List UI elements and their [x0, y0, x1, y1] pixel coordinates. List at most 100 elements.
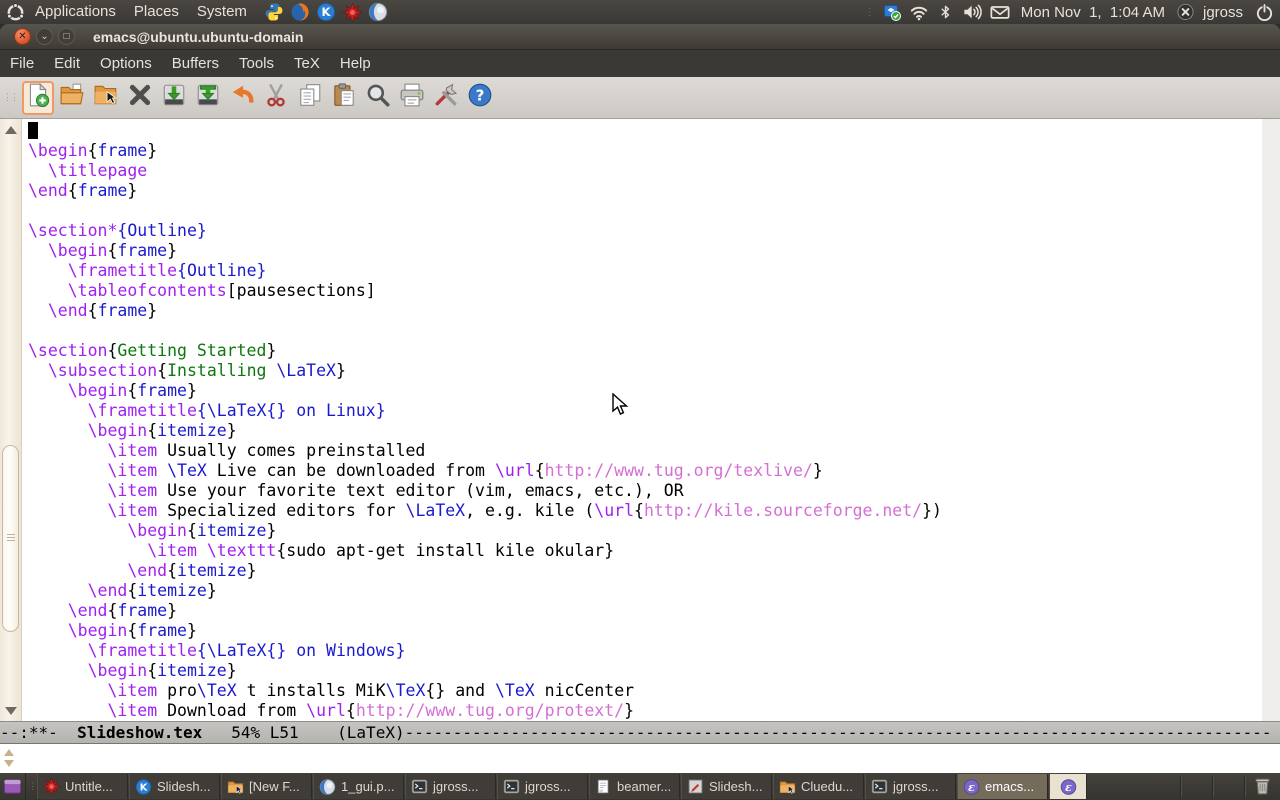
- code-line[interactable]: \item Download from \url{http://www.tug.…: [28, 701, 942, 721]
- ubuntu-logo-icon[interactable]: [4, 2, 26, 22]
- code-line[interactable]: \section*{Outline}: [28, 221, 942, 241]
- menu-edit[interactable]: Edit: [44, 50, 90, 78]
- modeline-major-mode[interactable]: (LaTeX): [337, 723, 404, 742]
- new-file-button[interactable]: [22, 81, 54, 115]
- taskbar-window-button[interactable]: jgross...: [497, 774, 588, 799]
- echo-area[interactable]: [0, 744, 1280, 773]
- search-button[interactable]: [362, 81, 394, 115]
- open-file-button[interactable]: [56, 81, 88, 115]
- code-line[interactable]: \end{frame}: [28, 601, 942, 621]
- preferences-button[interactable]: [430, 81, 462, 115]
- code-line[interactable]: \begin{itemize}: [28, 661, 942, 681]
- code-line[interactable]: \item \texttt{sudo apt-get install kile …: [28, 541, 942, 561]
- menu-tex[interactable]: TeX: [284, 50, 330, 78]
- toolbar-handle[interactable]: ⋮⋮: [3, 92, 17, 103]
- code-line[interactable]: \begin{itemize}: [28, 421, 942, 441]
- code-line[interactable]: [28, 321, 942, 341]
- close-button[interactable]: ✕: [14, 28, 31, 45]
- window-titlebar[interactable]: ✕ ⌄ □ emacs@ubuntu.ubuntu-domain: [0, 24, 1280, 49]
- code-line[interactable]: \item Specialized editors for \LaTeX, e.…: [28, 501, 942, 521]
- power-icon[interactable]: [1254, 2, 1274, 22]
- code-line[interactable]: \frametitle{\LaTeX{} on Linux}: [28, 401, 942, 421]
- username[interactable]: jgross: [1203, 4, 1243, 21]
- starburst-launcher-icon[interactable]: [342, 2, 363, 23]
- taskbar-window-button[interactable]: jgross...: [865, 774, 956, 799]
- wifi-icon[interactable]: [909, 2, 929, 22]
- maximize-button[interactable]: □: [58, 28, 75, 45]
- bluetooth-icon[interactable]: [936, 2, 956, 22]
- code-line[interactable]: \frametitle{Outline}: [28, 261, 942, 281]
- show-desktop-icon[interactable]: [0, 773, 26, 800]
- minibuffer-scroll-up-arrow[interactable]: [4, 749, 14, 756]
- code-line[interactable]: \tableofcontents[pausesections]: [28, 281, 942, 301]
- code-line[interactable]: \end{frame}: [28, 181, 942, 201]
- menu-system[interactable]: System: [188, 0, 256, 24]
- menu-applications[interactable]: Applications: [26, 0, 125, 24]
- taskbar-window-button[interactable]: 1_gui.p...: [313, 774, 404, 799]
- copy-button[interactable]: [294, 81, 326, 115]
- user-presence-icon[interactable]: [1176, 2, 1196, 22]
- firefox-launcher-icon[interactable]: [290, 2, 311, 23]
- menu-file[interactable]: File: [0, 50, 44, 78]
- applet-handle[interactable]: ⋮: [865, 7, 873, 18]
- code-line[interactable]: \titlepage: [28, 161, 942, 181]
- code-line[interactable]: \begin{frame}: [28, 621, 942, 641]
- code-line[interactable]: \begin{frame}: [28, 381, 942, 401]
- menu-options[interactable]: Options: [90, 50, 162, 78]
- code-line[interactable]: \frametitle{\LaTeX{} on Windows}: [28, 641, 942, 661]
- code-line[interactable]: \item pro\TeX t installs MiK\TeX{} and \…: [28, 681, 942, 701]
- mail-icon[interactable]: [990, 2, 1010, 22]
- taskbar-window-button[interactable]: Cluedu...: [773, 774, 864, 799]
- code-line[interactable]: \end{itemize}: [28, 581, 942, 601]
- save-button[interactable]: [158, 81, 190, 115]
- vertical-scrollbar[interactable]: [0, 119, 22, 721]
- taskbar-window-button[interactable]: KSlidesh...: [129, 774, 220, 799]
- globe-launcher-icon[interactable]: [368, 2, 389, 23]
- code-line[interactable]: [28, 121, 942, 141]
- code-line[interactable]: \begin{frame}: [28, 241, 942, 261]
- dropbox-icon[interactable]: [882, 2, 902, 22]
- open-directory-button[interactable]: [90, 81, 122, 115]
- taskbar-window-button[interactable]: εemacs...: [957, 774, 1048, 799]
- menu-help[interactable]: Help: [330, 50, 381, 78]
- taskbar-window-button[interactable]: Slidesh...: [681, 774, 772, 799]
- code-area[interactable]: \begin{frame} \titlepage\end{frame}\sect…: [28, 121, 942, 721]
- taskbar-window-button[interactable]: ε: [1049, 774, 1087, 799]
- paste-button[interactable]: [328, 81, 360, 115]
- code-line[interactable]: \subsection{Installing \LaTeX}: [28, 361, 942, 381]
- code-line[interactable]: \end{frame}: [28, 301, 942, 321]
- code-line[interactable]: \item Usually comes preinstalled: [28, 441, 942, 461]
- close-buffer-button[interactable]: [124, 81, 156, 115]
- code-line[interactable]: [28, 201, 942, 221]
- scroll-down-arrow[interactable]: [5, 707, 17, 715]
- taskbar-window-button[interactable]: jgross...: [405, 774, 496, 799]
- menu-tools[interactable]: Tools: [229, 50, 284, 78]
- minimize-button[interactable]: ⌄: [36, 28, 53, 45]
- kde-launcher-icon[interactable]: K: [316, 2, 337, 23]
- save-as-button[interactable]: [192, 81, 224, 115]
- code-line[interactable]: \begin{frame}: [28, 141, 942, 161]
- taskbar-window-button[interactable]: [New F...: [221, 774, 312, 799]
- code-line[interactable]: \item Use your favorite text editor (vim…: [28, 481, 942, 501]
- volume-icon[interactable]: [963, 2, 983, 22]
- minibuffer-scroll-down-arrow[interactable]: [4, 760, 14, 767]
- code-line[interactable]: \section{Getting Started}: [28, 341, 942, 361]
- editor-buffer[interactable]: \begin{frame} \titlepage\end{frame}\sect…: [0, 119, 1280, 721]
- menu-places[interactable]: Places: [125, 0, 188, 24]
- code-line[interactable]: \item \TeX Live can be downloaded from \…: [28, 461, 942, 481]
- undo-button[interactable]: [226, 81, 258, 115]
- code-line[interactable]: \begin{itemize}: [28, 521, 942, 541]
- clock[interactable]: Mon Nov 1, 1:04 AM: [1021, 4, 1165, 21]
- taskbar-window-button[interactable]: Untitle...: [37, 774, 128, 799]
- help-button[interactable]: ?: [464, 81, 496, 115]
- trash-icon[interactable]: [1252, 775, 1276, 799]
- scroll-up-arrow[interactable]: [5, 126, 17, 134]
- menu-buffers[interactable]: Buffers: [162, 50, 229, 78]
- code-line[interactable]: \end{itemize}: [28, 561, 942, 581]
- tasklist-handle[interactable]: ⋮: [28, 781, 35, 792]
- print-button[interactable]: [396, 81, 428, 115]
- cut-button[interactable]: [260, 81, 292, 115]
- taskbar-window-button[interactable]: beamer...: [589, 774, 680, 799]
- scrollbar-thumb[interactable]: [2, 445, 19, 632]
- python-launcher-icon[interactable]: [264, 2, 285, 23]
